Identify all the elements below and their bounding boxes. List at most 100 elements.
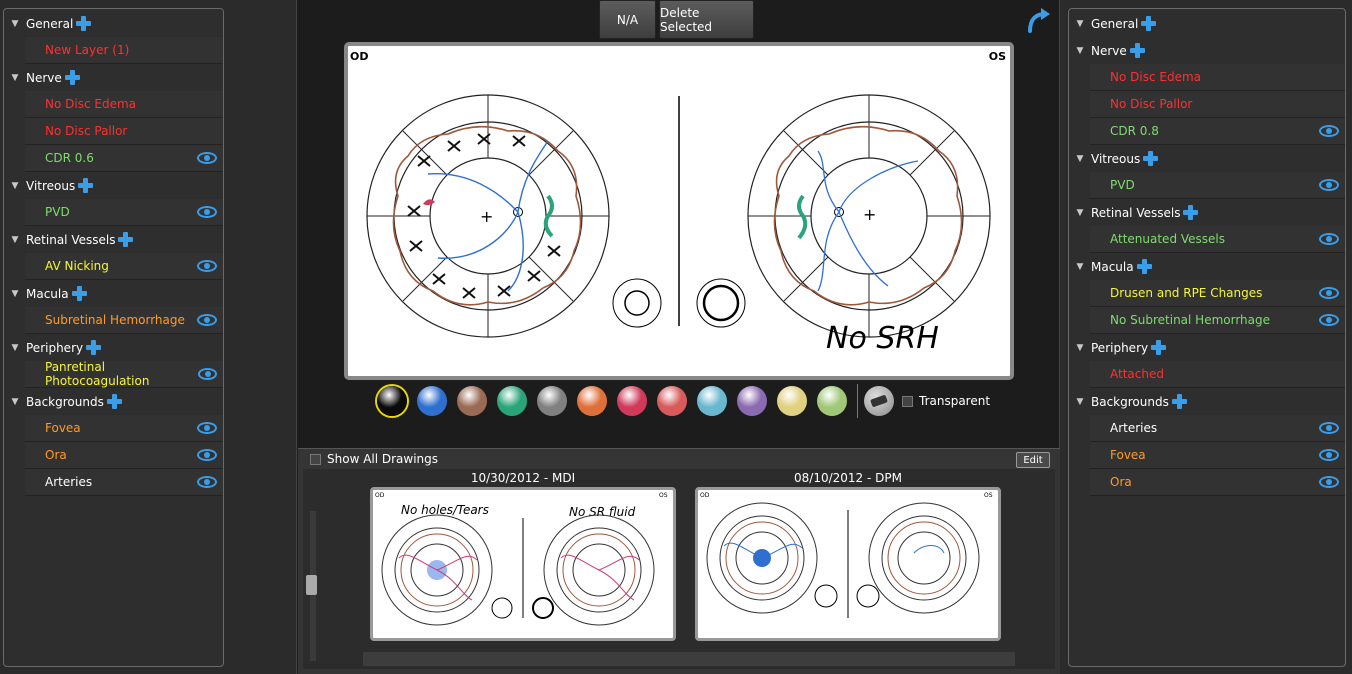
color-swatch[interactable] [657, 386, 687, 416]
chevron-down-icon[interactable]: ▼ [4, 19, 26, 29]
group-retinal-vessels[interactable]: ▼ Retinal Vessels [1069, 199, 1345, 226]
add-layer-icon[interactable] [1136, 259, 1152, 274]
layer-item-cdr-0-8[interactable]: CDR 0.8 [1090, 118, 1345, 145]
show-all-checkbox[interactable] [310, 453, 321, 465]
drawing-canvas[interactable]: OD OS + + No SRH [344, 42, 1014, 380]
group-general[interactable]: ▼ General [4, 10, 223, 37]
add-layer-icon[interactable] [76, 16, 92, 31]
layer-item-subretinal-hemorrhage[interactable]: Subretinal Hemorrhage [25, 307, 223, 334]
group-periphery[interactable]: ▼ Periphery [1069, 334, 1345, 361]
layer-item-drusen-and-rpe-changes[interactable]: Drusen and RPE Changes [1090, 280, 1345, 307]
visibility-eye-icon[interactable] [197, 449, 217, 461]
chevron-down-icon[interactable]: ▼ [4, 181, 26, 191]
eraser-button[interactable] [864, 386, 894, 416]
layer-item-ora[interactable]: Ora [25, 442, 223, 469]
visibility-eye-icon[interactable] [1319, 179, 1339, 191]
color-swatch[interactable] [377, 386, 407, 416]
visibility-eye-icon[interactable] [197, 206, 217, 218]
color-swatch[interactable] [457, 386, 487, 416]
layer-item-no-disc-pallor[interactable]: No Disc Pallor [1090, 91, 1345, 118]
add-layer-icon[interactable] [1183, 205, 1199, 220]
layer-item-new-layer-1[interactable]: New Layer (1) [25, 37, 223, 64]
color-swatch[interactable] [537, 386, 567, 416]
chevron-down-icon[interactable]: ▼ [1069, 19, 1091, 29]
color-swatch[interactable] [417, 386, 447, 416]
color-swatch[interactable] [497, 386, 527, 416]
layer-item-cdr-0-6[interactable]: CDR 0.6 [25, 145, 223, 172]
history-thumbnail[interactable]: OD OS No holes/Tears No SR fluid [370, 487, 676, 641]
add-layer-icon[interactable] [1129, 43, 1145, 58]
chevron-down-icon[interactable]: ▼ [4, 397, 26, 407]
group-vitreous[interactable]: ▼ Vitreous [1069, 145, 1345, 172]
add-layer-icon[interactable] [1141, 16, 1157, 31]
group-macula[interactable]: ▼ Macula [1069, 253, 1345, 280]
visibility-eye-icon[interactable] [198, 368, 217, 380]
color-swatch[interactable] [777, 386, 807, 416]
history-drawing-1[interactable]: 10/30/2012 - MDI OD OS No holes/Tears No … [370, 469, 676, 644]
add-layer-icon[interactable] [106, 394, 122, 409]
visibility-eye-icon[interactable] [1319, 287, 1339, 299]
group-macula[interactable]: ▼ Macula [4, 280, 223, 307]
chevron-down-icon[interactable]: ▼ [1069, 397, 1091, 407]
transparent-checkbox[interactable] [902, 395, 913, 407]
na-button[interactable]: N/A [599, 0, 656, 39]
group-nerve[interactable]: ▼ Nerve [1069, 37, 1345, 64]
color-swatch[interactable] [737, 386, 767, 416]
history-scroll-thumb[interactable] [306, 575, 317, 595]
visibility-eye-icon[interactable] [1319, 449, 1339, 461]
layer-item-ora[interactable]: Ora [1090, 469, 1345, 496]
group-retinal-vessels[interactable]: ▼ Retinal Vessels [4, 226, 223, 253]
add-layer-icon[interactable] [71, 286, 87, 301]
chevron-down-icon[interactable]: ▼ [1069, 46, 1091, 56]
add-layer-icon[interactable] [86, 340, 102, 355]
add-layer-icon[interactable] [64, 70, 80, 85]
add-layer-icon[interactable] [1151, 340, 1167, 355]
visibility-eye-icon[interactable] [197, 152, 217, 164]
chevron-down-icon[interactable]: ▼ [1069, 343, 1091, 353]
chevron-down-icon[interactable]: ▼ [4, 235, 26, 245]
chevron-down-icon[interactable]: ▼ [4, 73, 26, 83]
color-swatch[interactable] [697, 386, 727, 416]
layer-item-av-nicking[interactable]: AV Nicking [25, 253, 223, 280]
layer-item-fovea[interactable]: Fovea [1090, 442, 1345, 469]
layer-item-pvd[interactable]: PVD [25, 199, 223, 226]
layer-item-arteries[interactable]: Arteries [1090, 415, 1345, 442]
add-layer-icon[interactable] [1143, 151, 1159, 166]
color-swatch[interactable] [817, 386, 847, 416]
visibility-eye-icon[interactable] [197, 422, 217, 434]
add-layer-icon[interactable] [118, 232, 134, 247]
visibility-eye-icon[interactable] [1319, 233, 1339, 245]
layer-item-no-disc-edema[interactable]: No Disc Edema [25, 91, 223, 118]
group-nerve[interactable]: ▼ Nerve [4, 64, 223, 91]
chevron-down-icon[interactable]: ▼ [4, 289, 26, 299]
transparent-toggle[interactable]: Transparent [902, 394, 990, 408]
layer-item-fovea[interactable]: Fovea [25, 415, 223, 442]
layer-item-arteries[interactable]: Arteries [25, 469, 223, 496]
visibility-eye-icon[interactable] [1319, 314, 1339, 326]
show-all-drawings-toggle[interactable]: Show All Drawings [310, 452, 438, 466]
chevron-down-icon[interactable]: ▼ [1069, 208, 1091, 218]
layer-item-attached[interactable]: Attached [1090, 361, 1345, 388]
chevron-down-icon[interactable]: ▼ [4, 343, 26, 353]
delete-selected-button[interactable]: Delete Selected [659, 0, 754, 39]
visibility-eye-icon[interactable] [1319, 125, 1339, 137]
group-periphery[interactable]: ▼ Periphery [4, 334, 223, 361]
edit-button[interactable]: Edit [1016, 452, 1050, 468]
add-layer-icon[interactable] [1171, 394, 1187, 409]
add-layer-icon[interactable] [78, 178, 94, 193]
layer-item-attenuated-vessels[interactable]: Attenuated Vessels [1090, 226, 1345, 253]
history-drawing-2[interactable]: 08/10/2012 - DPM OD OS [695, 469, 1001, 644]
visibility-eye-icon[interactable] [197, 314, 217, 326]
group-backgrounds[interactable]: ▼ Backgrounds [4, 388, 223, 415]
history-horizontal-scrollbar[interactable] [363, 652, 1015, 666]
redo-icon[interactable] [1024, 5, 1054, 35]
layer-item-no-disc-edema[interactable]: No Disc Edema [1090, 64, 1345, 91]
visibility-eye-icon[interactable] [197, 260, 217, 272]
color-swatch[interactable] [577, 386, 607, 416]
visibility-eye-icon[interactable] [1319, 422, 1339, 434]
visibility-eye-icon[interactable] [1319, 476, 1339, 488]
layer-item-pvd[interactable]: PVD [1090, 172, 1345, 199]
color-swatch[interactable] [617, 386, 647, 416]
chevron-down-icon[interactable]: ▼ [1069, 154, 1091, 164]
layer-item-panretinal-photocoagulation[interactable]: Panretinal Photocoagulation [25, 360, 223, 388]
